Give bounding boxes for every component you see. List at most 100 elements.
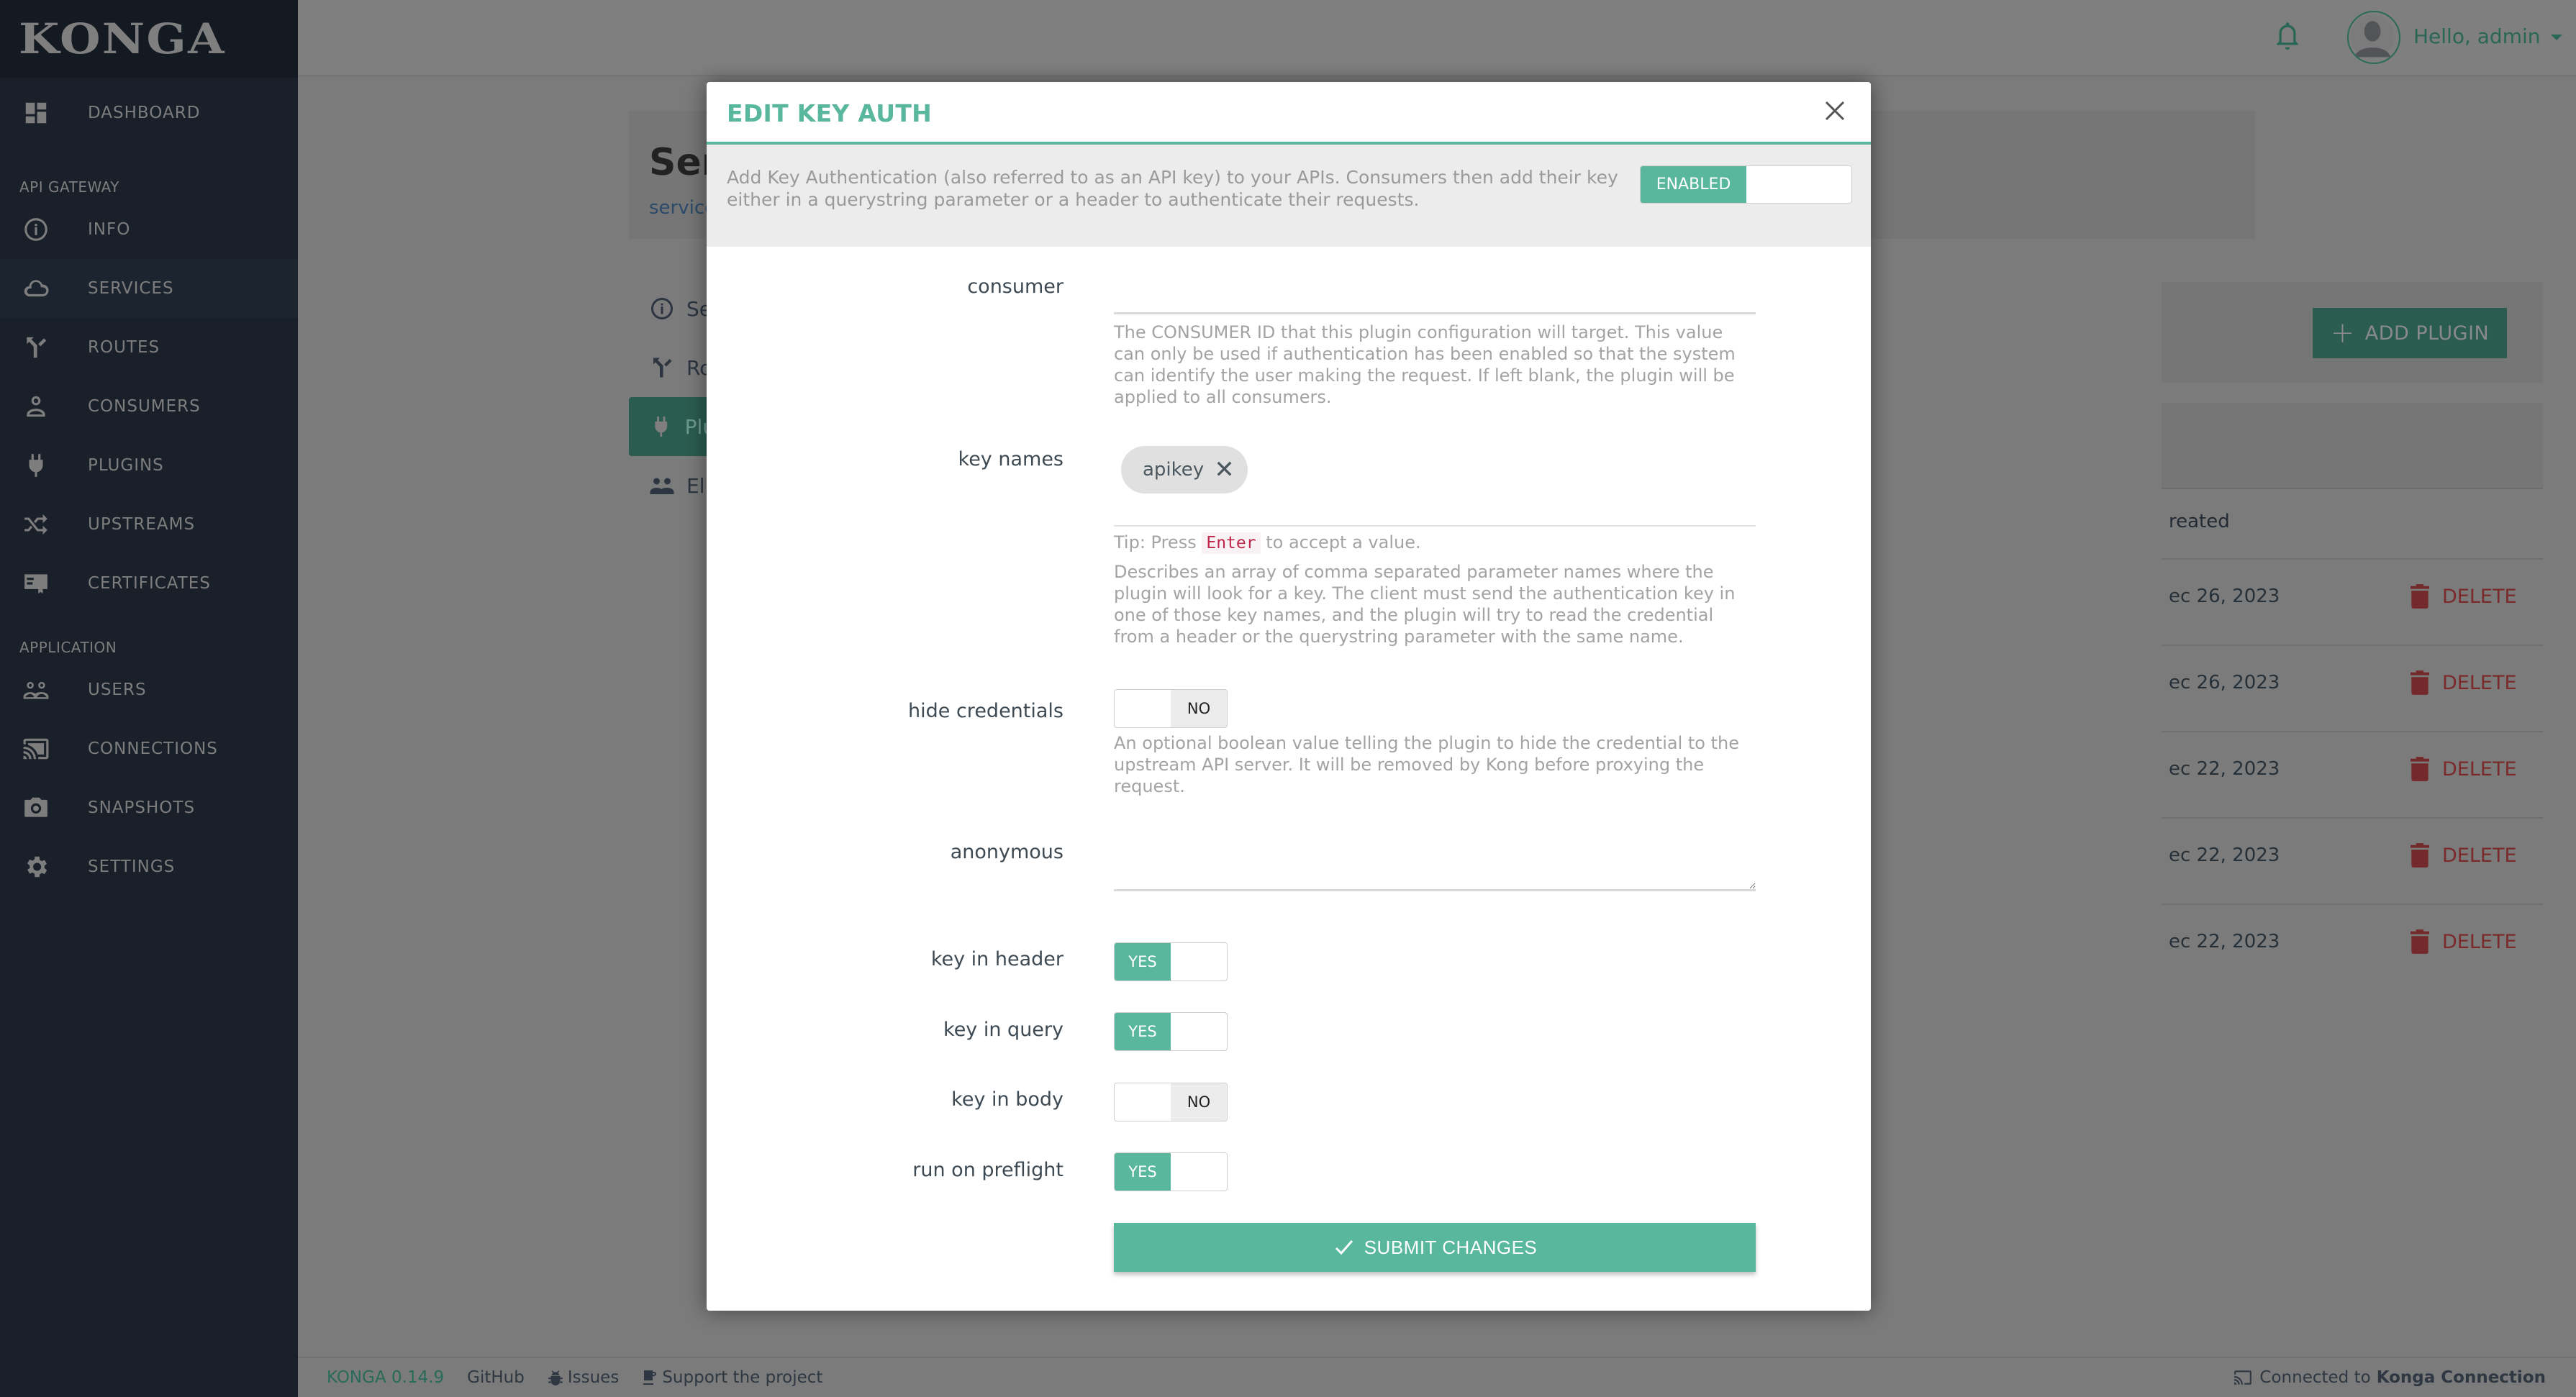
sidebar-item-label: CONNECTIONS (88, 740, 218, 758)
key-name-chip: apikey ✕ (1121, 446, 1248, 493)
support-label: Support the project (662, 1368, 823, 1387)
user-menu[interactable]: Hello, admin (2413, 24, 2562, 48)
dashboard-icon (20, 99, 52, 127)
issues-label: Issues (567, 1368, 620, 1387)
chip-label: apikey (1143, 459, 1205, 481)
hide-credentials-toggle[interactable]: NO (1114, 689, 1228, 728)
user-greeting: Hello, admin (2413, 24, 2541, 48)
hide-credentials-label: hide credentials (908, 700, 1063, 722)
sidebar-item-label: UPSTREAMS (88, 515, 196, 534)
gear-icon (20, 852, 52, 881)
toggle-right (1171, 1153, 1227, 1191)
nav-section-api-gateway: API GATEWAY (19, 178, 120, 196)
support-link[interactable]: Support the project (642, 1368, 822, 1387)
sidebar-item-dashboard[interactable]: DASHBOARD (0, 83, 298, 142)
delete-button[interactable]: DELETE (2411, 670, 2517, 695)
add-plugin-label: ADD PLUGIN (2364, 322, 2490, 345)
key-names-label: key names (958, 448, 1063, 470)
issues-link[interactable]: Issues (548, 1368, 619, 1387)
hide-credentials-help: An optional boolean value telling the pl… (1114, 733, 1739, 796)
service-tabs: Se Ro Plu Eli (629, 279, 715, 515)
consumer-label: consumer (967, 276, 1063, 298)
key-names-input[interactable]: apikey ✕ (1114, 446, 1756, 527)
delete-button[interactable]: DELETE (2411, 757, 2517, 781)
github-link[interactable]: GitHub (467, 1368, 525, 1387)
user-icon (20, 392, 52, 421)
remove-chip-icon[interactable]: ✕ (1214, 455, 1235, 484)
certificate-icon (20, 569, 52, 598)
sidebar-item-snapshots[interactable]: SNAPSHOTS (0, 778, 298, 837)
add-plugin-button[interactable]: + ADD PLUGIN (2313, 308, 2507, 358)
sidebar-item-label: PLUGINS (88, 456, 164, 475)
sidebar-item-info[interactable]: INFO (0, 200, 298, 259)
sidebar-item-upstreams[interactable]: UPSTREAMS (0, 495, 298, 554)
tip-key: Enter (1202, 532, 1261, 554)
brand-logo[interactable]: KONGA (0, 0, 298, 78)
enabled-label: ENABLED (1641, 166, 1746, 203)
created-date: ec 22, 2023 (2169, 845, 2280, 866)
bug-icon (548, 1370, 563, 1385)
modal-title: EDIT KEY AUTH (727, 99, 933, 127)
tab-service-details[interactable]: Se (629, 279, 715, 338)
sidebar-item-settings[interactable]: SETTINGS (0, 837, 298, 896)
delete-label: DELETE (2442, 585, 2517, 608)
run-on-preflight-toggle[interactable]: YES (1114, 1152, 1228, 1191)
sidebar-item-routes[interactable]: ROUTES (0, 318, 298, 377)
tab-plugins[interactable]: Plu (629, 397, 715, 456)
cast-icon (2234, 1370, 2252, 1385)
delete-button[interactable]: DELETE (2411, 843, 2517, 868)
toggle-state: NO (1171, 1083, 1227, 1121)
delete-button[interactable]: DELETE (2411, 929, 2517, 954)
delete-button[interactable]: DELETE (2411, 584, 2517, 609)
key-in-header-toggle[interactable]: YES (1114, 942, 1228, 981)
cast-icon (20, 734, 52, 763)
toggle-state: YES (1115, 1013, 1171, 1050)
users-icon (20, 675, 52, 704)
anonymous-input[interactable] (1114, 831, 1756, 891)
plug-icon (20, 451, 52, 480)
sidebar-item-label: SNAPSHOTS (88, 798, 196, 817)
key-in-body-toggle[interactable]: NO (1114, 1083, 1228, 1121)
toggle-state: YES (1115, 1153, 1171, 1191)
created-date: ec 26, 2023 (2169, 672, 2280, 693)
brand-text: KONGA (19, 14, 226, 63)
consumer-control: The CONSUMER ID that this plugin configu… (1114, 286, 1756, 408)
modal-description-band: Add Key Authentication (also referred to… (707, 145, 1871, 247)
run-on-preflight-control: YES (1114, 1152, 1756, 1191)
table-row: ec 22, 2023 DELETE (2162, 817, 2543, 898)
close-icon[interactable] (1820, 96, 1849, 125)
sidebar-item-users[interactable]: USERS (0, 660, 298, 719)
sidebar-item-services[interactable]: SERVICES (0, 259, 298, 318)
sidebar: KONGA DASHBOARD API GATEWAY INFO SERVICE… (0, 0, 298, 1397)
sidebar-item-plugins[interactable]: PLUGINS (0, 436, 298, 495)
table-row: ec 26, 2023 DELETE (2162, 645, 2543, 725)
table-row: ec 26, 2023 DELETE (2162, 558, 2543, 639)
toggle-right (1171, 1013, 1227, 1050)
sidebar-item-label: SERVICES (88, 279, 174, 298)
info-icon (20, 215, 52, 244)
consumer-help: The CONSUMER ID that this plugin configu… (1114, 322, 1736, 407)
avatar[interactable] (2347, 11, 2400, 64)
toggle-right (1171, 943, 1227, 980)
tab-eligible-consumers[interactable]: Eli (629, 456, 715, 515)
tab-routes[interactable]: Ro (629, 338, 715, 397)
plugin-enabled-toggle[interactable]: ENABLED (1640, 165, 1852, 204)
key-in-body-control: NO (1114, 1083, 1756, 1121)
consumer-input[interactable] (1114, 286, 1756, 314)
sidebar-item-label: DASHBOARD (88, 104, 201, 122)
column-header-created[interactable]: reated (2169, 511, 2230, 532)
sidebar-item-consumers[interactable]: CONSUMERS (0, 377, 298, 436)
delete-label: DELETE (2442, 844, 2517, 867)
modal-description: Add Key Authentication (also referred to… (727, 167, 1618, 210)
shuffle-icon (20, 510, 52, 539)
created-date: ec 26, 2023 (2169, 586, 2280, 607)
submit-changes-button[interactable]: SUBMIT CHANGES (1114, 1223, 1756, 1272)
sidebar-item-connections[interactable]: CONNECTIONS (0, 719, 298, 778)
notifications-bell-icon[interactable] (2273, 20, 2302, 53)
edit-key-auth-modal: EDIT KEY AUTH Add Key Authentication (al… (707, 82, 1871, 1311)
sidebar-item-certificates[interactable]: CERTIFICATES (0, 554, 298, 613)
camera-icon (20, 793, 52, 822)
modal-header: EDIT KEY AUTH (707, 82, 1871, 145)
created-date: ec 22, 2023 (2169, 758, 2280, 780)
key-in-query-toggle[interactable]: YES (1114, 1012, 1228, 1051)
